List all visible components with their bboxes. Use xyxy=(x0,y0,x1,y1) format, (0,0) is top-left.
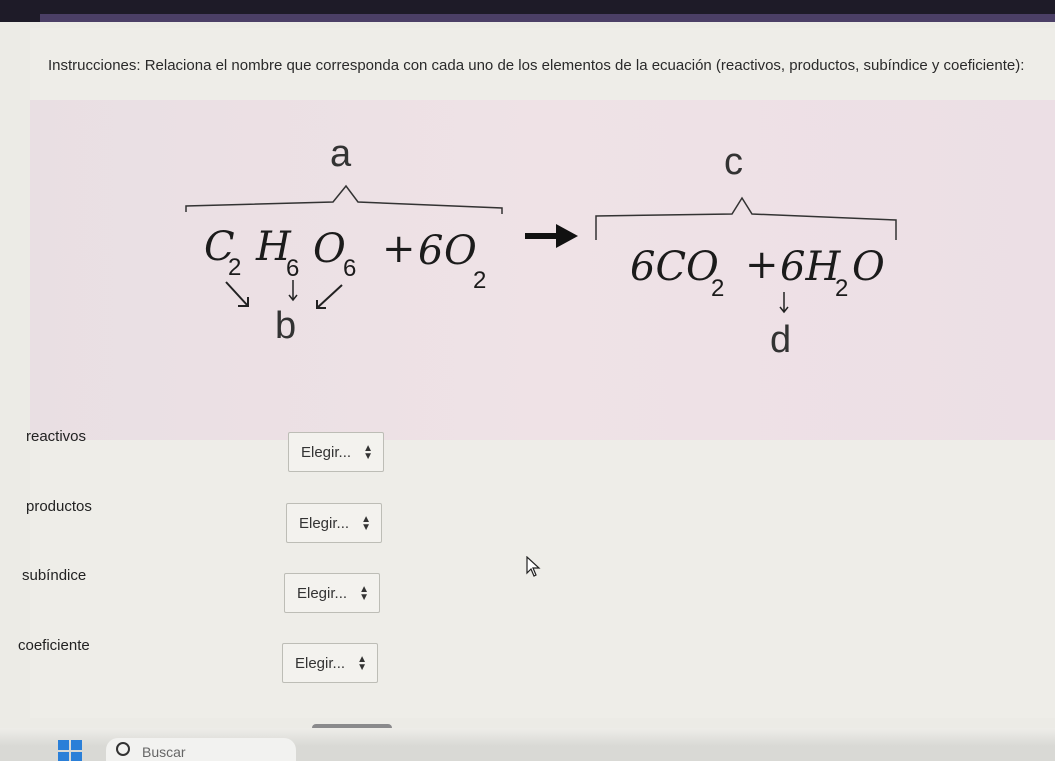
formula-O: O xyxy=(313,226,346,272)
row-label-subindice: subíndice xyxy=(22,567,87,584)
instructions-text: Instrucciones: Relaciona el nombre que c… xyxy=(48,57,1025,74)
row-label-reactivos: reactivos xyxy=(26,428,87,445)
formula-O2: O xyxy=(444,228,477,274)
plus-left: + xyxy=(382,226,416,272)
updown-chevron-icon: ▲ ▼ xyxy=(361,514,371,533)
search-icon xyxy=(116,742,130,756)
label-a: a xyxy=(330,133,352,175)
subscript-o2: 2 xyxy=(473,267,486,294)
formula-O-water: O xyxy=(852,244,885,290)
row-label-coeficiente: coeficiente xyxy=(18,637,90,654)
window-top-bar xyxy=(0,0,1055,22)
taskbar-search-placeholder: Buscar xyxy=(142,744,186,760)
select-subindice[interactable]: Elegir... ▲ ▼ xyxy=(284,573,380,613)
select-reactivos[interactable]: Elegir... ▲ ▼ xyxy=(288,432,384,472)
updown-chevron-icon: ▲ ▼ xyxy=(359,584,369,603)
select-coeficiente[interactable]: Elegir... ▲ ▼ xyxy=(282,643,378,683)
label-c: c xyxy=(724,141,743,183)
plus-right: + xyxy=(745,242,779,288)
brace-reactants xyxy=(185,184,503,214)
subscript-co2: 2 xyxy=(711,275,724,302)
formula-6H2O: 6H xyxy=(780,244,841,290)
subscript-h2o: 2 xyxy=(835,275,848,302)
select-value: Elegir... xyxy=(301,443,352,461)
subscript-o: 6 xyxy=(343,255,356,282)
subscript-c: 2 xyxy=(228,254,241,281)
select-value: Elegir... xyxy=(299,514,350,532)
label-d: d xyxy=(770,319,791,361)
reaction-arrow-head xyxy=(556,224,578,248)
windows-start-icon[interactable] xyxy=(58,740,82,761)
updown-chevron-icon: ▲ ▼ xyxy=(357,654,367,673)
mouse-cursor-icon xyxy=(526,556,541,577)
window-top-edge xyxy=(40,14,1055,22)
select-productos[interactable]: Elegir... ▲ ▼ xyxy=(286,503,382,543)
subscript-h: 6 xyxy=(286,255,299,282)
equation-svg: a C 2 H 6 O 6 + 6 O 2 b c 6CO 2 + 6H 2 O xyxy=(185,133,897,361)
updown-chevron-icon: ▲ ▼ xyxy=(363,443,373,462)
formula-6CO2: 6CO xyxy=(630,244,719,290)
select-value: Elegir... xyxy=(297,584,348,602)
label-b: b xyxy=(275,305,296,347)
arrow-b-right xyxy=(316,284,343,309)
equation-diagram: a C 2 H 6 O 6 + 6 O 2 b c 6CO 2 + 6H 2 O xyxy=(30,100,1055,440)
brace-products xyxy=(595,196,897,240)
coefficient-o2: 6 xyxy=(418,228,443,274)
row-label-productos: productos xyxy=(26,498,92,515)
arrow-b-left xyxy=(225,281,249,307)
taskbar-search[interactable]: Buscar xyxy=(106,738,296,761)
select-value: Elegir... xyxy=(295,654,346,672)
